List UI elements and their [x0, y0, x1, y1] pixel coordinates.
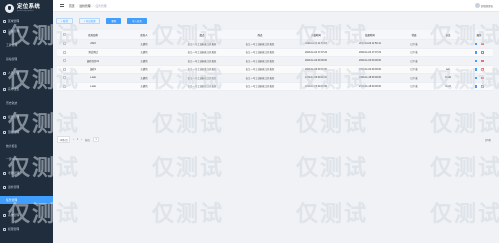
- alarm-icon: [3, 115, 6, 119]
- sidebar-item-fence[interactable]: 围栏管理: [0, 128, 53, 136]
- delete-button[interactable]: 删除: [106, 18, 122, 24]
- permission-icon: [3, 227, 6, 231]
- header-actions: 操作: [476, 33, 482, 37]
- sidebar-item-task[interactable]: 任务管理: [0, 196, 53, 204]
- row-checkbox[interactable]: [62, 42, 66, 46]
- user-name: 超级管理员: [481, 4, 493, 8]
- sidebar-item-permission[interactable]: 权限管理: [0, 225, 53, 233]
- breadcrumb-home[interactable]: 首页: [69, 4, 75, 8]
- watermark: 仅测试: [296, 201, 369, 226]
- breadcrumb-current: 任务管理: [95, 3, 107, 8]
- page-size-select[interactable]: 10条/页: [57, 136, 71, 143]
- inspection-icon: [3, 185, 6, 189]
- sidebar-item-report[interactable]: 统计报表: [0, 142, 53, 150]
- table-row[interactable]: 巡检任务01 王建伟 长江一号工业园长江开发区 长江一号工业园长江开发区 202…: [57, 57, 493, 66]
- row-checkbox[interactable]: [62, 84, 66, 88]
- logo: 定位系统 positioning system: [0, 0, 53, 17]
- header-begin: 开始时间: [311, 33, 321, 37]
- delete-icon[interactable]: [481, 51, 484, 54]
- header-name: 任务名称: [88, 33, 98, 37]
- row-checkbox[interactable]: [62, 50, 66, 54]
- breadcrumb: 首页 / 巡检管理 / 任务管理: [69, 4, 107, 8]
- edit-icon[interactable]: [474, 59, 477, 62]
- edit-icon[interactable]: [474, 85, 477, 88]
- select-all-checkbox[interactable]: [62, 33, 66, 36]
- row-checkbox[interactable]: [62, 67, 66, 71]
- area-icon: [3, 19, 6, 23]
- location-icon: [3, 87, 6, 91]
- table-row[interactable]: s.ads 王建伟 长江一号工业园长江开发区 长江一号工业园长江开发区 2020…: [57, 82, 493, 91]
- total-count: 共6条: [484, 138, 491, 142]
- watermark: 仅测试: [430, 155, 499, 180]
- watermark: 仅测试: [152, 155, 225, 180]
- header-end: 终点: [257, 33, 263, 37]
- device-icon: [3, 29, 6, 33]
- sidebar-item-person[interactable]: 人员管理: [0, 69, 53, 77]
- user-menu[interactable]: 超级管理员: [474, 3, 493, 8]
- sidebar-item-inspection[interactable]: 巡检管理: [0, 183, 53, 191]
- hamburger-icon[interactable]: [60, 4, 64, 7]
- fence-icon: [3, 130, 6, 134]
- row-checkbox[interactable]: [62, 76, 66, 80]
- sidebar-item-history[interactable]: 历史轨迹: [0, 99, 53, 107]
- watermark: 仅测试: [296, 155, 369, 180]
- pagination: 10条/页 ‹ 1 › 前往 1 共6条: [57, 136, 493, 143]
- breadcrumb-separator: /: [92, 3, 94, 8]
- edit-icon[interactable]: [474, 68, 477, 71]
- delete-icon[interactable]: [481, 59, 484, 62]
- prev-page-button[interactable]: ‹: [73, 138, 74, 141]
- sidebar-item-attendance[interactable]: 考勤管理: [0, 169, 53, 177]
- header-finish: 结束时间: [365, 33, 375, 37]
- header-person: 任务人: [140, 33, 148, 37]
- avatar: [474, 3, 480, 8]
- breadcrumb-separator: /: [76, 3, 78, 8]
- delete-icon[interactable]: [481, 76, 484, 79]
- edit-icon[interactable]: [474, 51, 477, 54]
- header-remark: 备注: [445, 33, 451, 37]
- edit-icon[interactable]: [474, 42, 477, 45]
- system-icon: [3, 213, 6, 217]
- table-row[interactable]: 巡检1 王建伟 长江一号工业园长江开发区 长江一号工业园长江开发区 2020-1…: [57, 65, 493, 74]
- edit-icon[interactable]: [474, 76, 477, 79]
- goto-input[interactable]: 1: [92, 136, 100, 143]
- goto-label: 前往: [85, 138, 90, 142]
- table-row[interactable]: s.ads 王建伟 长江一号工业园长江开发区 长江一号工业园长江开发区 2020…: [57, 74, 493, 83]
- table-header: 任务名称 任务人 起点 终点 开始时间 结束时间 状态 备注 操作: [57, 30, 493, 40]
- sidebar-item-station[interactable]: 基站管理: [0, 55, 53, 63]
- sidebar-item-system[interactable]: 系统管理: [0, 211, 53, 219]
- toolbar: + 新增 + 导出管理 删除 导入任务: [56, 18, 147, 24]
- watermark: 仅测试: [296, 111, 369, 136]
- import-button[interactable]: 导入任务: [127, 18, 147, 24]
- person-icon: [3, 71, 6, 75]
- sidebar-item-badge[interactable]: 工牌管理: [0, 41, 53, 49]
- delete-icon[interactable]: [481, 68, 484, 71]
- sidebar-item-realtime[interactable]: 实时位置: [0, 85, 53, 93]
- sidebar-item-area[interactable]: 区域管理: [0, 17, 53, 25]
- table-row[interactable]: 2323 王建伟 长江一号工业园长江开发区 长江一号工业园长江开发区 2020-…: [57, 40, 493, 49]
- watermark: 仅测试: [152, 111, 225, 136]
- add-button[interactable]: + 新增: [56, 18, 73, 24]
- watermark: 仅测试: [430, 201, 499, 226]
- next-page-button[interactable]: ›: [81, 138, 82, 141]
- delete-icon[interactable]: [481, 85, 484, 88]
- row-checkbox[interactable]: [62, 59, 66, 63]
- delete-icon[interactable]: [481, 42, 484, 45]
- header-status: 状态: [411, 33, 417, 37]
- breadcrumb-inspection[interactable]: 巡检管理: [79, 4, 90, 8]
- current-page[interactable]: 1: [77, 138, 78, 141]
- sidebar-item-alarm[interactable]: 报警管理: [0, 113, 53, 121]
- logo-subtitle: positioning system: [17, 10, 34, 12]
- sidebar-item-device[interactable]: 设备管理: [0, 27, 53, 35]
- export-button[interactable]: + 导出管理: [78, 18, 101, 24]
- attendance-icon: [3, 171, 6, 175]
- topbar: 首页 / 巡检管理 / 任务管理 超级管理员: [53, 0, 499, 12]
- logo-pin-icon: [5, 4, 14, 13]
- sidebar: 定位系统 positioning system 区域管理 设备管理 工牌管理 基…: [0, 0, 53, 243]
- header-start: 起点: [199, 33, 205, 37]
- sidebar-item-sos[interactable]: 一键SOS: [0, 155, 53, 163]
- watermark: 仅测试: [152, 201, 225, 226]
- table-row[interactable]: 测试测试 王建伟 长江一号工业园长江开发区 长江一号工业园长江开发区 2020-…: [57, 48, 493, 57]
- watermark: 仅测试: [430, 111, 499, 136]
